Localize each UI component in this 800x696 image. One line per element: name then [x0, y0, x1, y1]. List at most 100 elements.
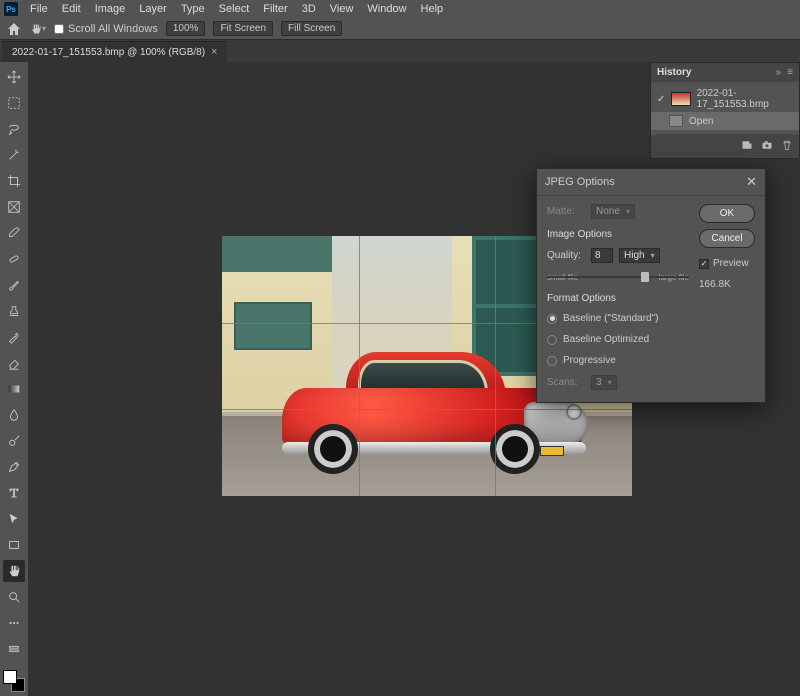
- ok-button[interactable]: OK: [699, 204, 755, 223]
- history-snapshot[interactable]: ✓ 2022-01-17_151553.bmp: [651, 86, 799, 112]
- menu-bar: Ps File Edit Image Layer Type Select Fil…: [0, 0, 800, 18]
- scans-select: 3▾: [591, 375, 617, 390]
- dialog-titlebar[interactable]: JPEG Options ✕: [537, 169, 765, 196]
- foreground-swatch[interactable]: [3, 670, 17, 684]
- menu-view[interactable]: View: [324, 1, 360, 17]
- radio-label: Progressive: [563, 355, 616, 366]
- history-panel-footer: [651, 135, 799, 158]
- dialog-close-icon[interactable]: ✕: [746, 174, 757, 190]
- radio-progressive[interactable]: Progressive: [547, 354, 689, 367]
- toolbox: [0, 62, 28, 696]
- eraser-tool[interactable]: [3, 352, 25, 374]
- gradient-tool[interactable]: [3, 378, 25, 400]
- pen-tool[interactable]: [3, 456, 25, 478]
- preview-checkbox[interactable]: ✓ Preview: [699, 258, 755, 269]
- edit-toolbar-icon[interactable]: [3, 638, 25, 660]
- radio-icon: [547, 356, 557, 366]
- rectangle-tool[interactable]: [3, 534, 25, 556]
- menu-file[interactable]: File: [24, 1, 54, 17]
- heal-tool[interactable]: [3, 248, 25, 270]
- path-select-tool[interactable]: [3, 508, 25, 530]
- zoom-tool[interactable]: [3, 586, 25, 608]
- menu-3d[interactable]: 3D: [296, 1, 322, 17]
- dodge-tool[interactable]: [3, 430, 25, 452]
- menu-edit[interactable]: Edit: [56, 1, 87, 17]
- history-step-label: Open: [689, 116, 713, 127]
- fill-screen-button[interactable]: Fill Screen: [281, 21, 342, 36]
- radio-baseline-standard[interactable]: Baseline ("Standard"): [547, 312, 689, 325]
- snapshot-label: 2022-01-17_151553.bmp: [697, 88, 793, 110]
- blur-tool[interactable]: [3, 404, 25, 426]
- scroll-all-checkbox-input[interactable]: [54, 24, 64, 34]
- history-panel: History » ≡ ✓ 2022-01-17_151553.bmp Open: [650, 62, 800, 159]
- menu-help[interactable]: Help: [415, 1, 450, 17]
- crop-tool[interactable]: [3, 170, 25, 192]
- scans-label: Scans:: [547, 377, 585, 388]
- document-tab[interactable]: 2022-01-17_151553.bmp @ 100% (RGB/8) ×: [2, 41, 227, 62]
- quality-input[interactable]: [591, 248, 613, 263]
- snapshot-thumbnail-icon: [671, 92, 690, 106]
- menu-type[interactable]: Type: [175, 1, 211, 17]
- menu-image[interactable]: Image: [89, 1, 132, 17]
- history-brush-tool[interactable]: [3, 326, 25, 348]
- quality-preset-select[interactable]: High▾: [619, 248, 660, 263]
- menu-filter[interactable]: Filter: [257, 1, 293, 17]
- delete-state-icon[interactable]: [781, 139, 793, 154]
- matte-row: Matte: None▾: [547, 204, 689, 219]
- document-tab-bar: 2022-01-17_151553.bmp @ 100% (RGB/8) ×: [0, 40, 800, 62]
- preview-label: Preview: [713, 258, 749, 269]
- frame-tool[interactable]: [3, 196, 25, 218]
- radio-label: Baseline Optimized: [563, 334, 649, 345]
- filesize-readout: 166.8K: [699, 279, 755, 290]
- matte-select: None▾: [591, 204, 635, 219]
- menu-select[interactable]: Select: [213, 1, 256, 17]
- history-step-open[interactable]: Open: [651, 112, 799, 130]
- open-step-icon: [669, 115, 683, 127]
- matte-label: Matte:: [547, 206, 585, 217]
- panel-menu-icon[interactable]: ≡: [787, 67, 793, 78]
- wand-tool[interactable]: [3, 144, 25, 166]
- document-tab-title: 2022-01-17_151553.bmp @ 100% (RGB/8): [12, 47, 205, 58]
- jpeg-options-dialog: JPEG Options ✕ Matte: None▾ Image Option…: [536, 168, 766, 403]
- radio-baseline-optimized[interactable]: Baseline Optimized: [547, 333, 689, 346]
- quality-label: Quality:: [547, 250, 585, 261]
- radio-icon: [547, 335, 557, 345]
- cancel-button[interactable]: Cancel: [699, 229, 755, 248]
- image-options-heading: Image Options: [547, 229, 689, 240]
- history-panel-header: History » ≡: [651, 63, 799, 82]
- app-logo-icon: Ps: [4, 2, 18, 16]
- scans-row: Scans: 3▾: [547, 375, 689, 390]
- stamp-tool[interactable]: [3, 300, 25, 322]
- lasso-tool[interactable]: [3, 118, 25, 140]
- new-snapshot-icon[interactable]: [761, 139, 773, 154]
- move-tool[interactable]: [3, 66, 25, 88]
- more-tools-icon[interactable]: [3, 612, 25, 634]
- menu-layer[interactable]: Layer: [133, 1, 173, 17]
- type-tool[interactable]: [3, 482, 25, 504]
- radio-label: Baseline ("Standard"): [563, 313, 658, 324]
- format-options-heading: Format Options: [547, 293, 689, 304]
- history-panel-title: History: [657, 67, 691, 78]
- fit-screen-button[interactable]: Fit Screen: [213, 21, 273, 36]
- collapse-panel-icon[interactable]: »: [776, 67, 782, 78]
- brush-indicator-icon: ✓: [657, 94, 665, 105]
- scroll-all-windows-checkbox[interactable]: Scroll All Windows: [54, 23, 158, 35]
- color-swatches[interactable]: [3, 670, 25, 692]
- hand-tool[interactable]: [3, 560, 25, 582]
- checkbox-icon: ✓: [699, 259, 709, 269]
- brush-tool[interactable]: [3, 274, 25, 296]
- scroll-all-label: Scroll All Windows: [68, 23, 158, 35]
- close-icon[interactable]: ×: [211, 46, 217, 58]
- radio-icon: [547, 314, 557, 324]
- hand-tool-icon[interactable]: ▾: [30, 21, 46, 37]
- quality-slider[interactable]: small file large file: [547, 271, 689, 283]
- dialog-title: JPEG Options: [545, 176, 615, 188]
- options-bar: ▾ Scroll All Windows 100% Fit Screen Fil…: [0, 18, 800, 40]
- eyedropper-tool[interactable]: [3, 222, 25, 244]
- home-icon[interactable]: [6, 21, 22, 37]
- zoom-level-field[interactable]: 100%: [166, 21, 206, 36]
- slider-thumb-icon[interactable]: [641, 272, 649, 282]
- new-document-from-state-icon[interactable]: [741, 139, 753, 154]
- marquee-tool[interactable]: [3, 92, 25, 114]
- menu-window[interactable]: Window: [361, 1, 412, 17]
